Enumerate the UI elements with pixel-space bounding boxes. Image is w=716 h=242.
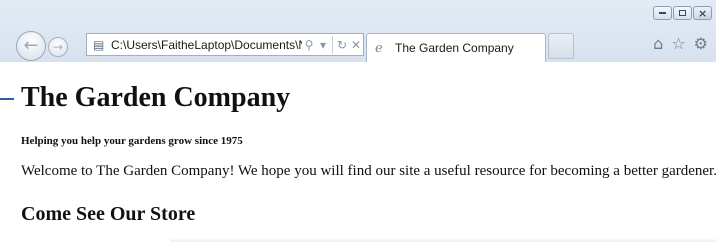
window-controls: × (652, 6, 712, 20)
forward-arrow-icon: → (52, 40, 64, 54)
close-icon: × (698, 7, 708, 20)
home-icon[interactable]: ⌂ (653, 34, 663, 54)
chevron-down-icon[interactable]: ▾ (316, 38, 330, 52)
tab-the-garden-company[interactable]: ℯ The Garden Company (366, 33, 546, 62)
maximize-button[interactable] (673, 6, 692, 20)
section-heading: Come See Our Store (21, 203, 196, 225)
stop-icon[interactable]: ✕ (349, 38, 363, 52)
back-arrow-icon: ← (23, 35, 39, 56)
ie-page-icon: ℯ (375, 40, 383, 56)
refresh-icon[interactable]: ↻ (335, 38, 349, 52)
page-icon: ▤ (93, 37, 105, 52)
favorites-star-icon[interactable]: ☆ (671, 34, 685, 54)
page-content: The Garden Company Helping you help your… (0, 66, 716, 242)
welcome-paragraph: Welcome to The Garden Company! We hope y… (21, 163, 716, 179)
forward-button[interactable]: → (48, 37, 68, 57)
browser-tools: ⌂ ☆ ⚙ (653, 34, 708, 54)
page-edge-marker (0, 98, 14, 100)
minimize-button[interactable] (653, 6, 672, 20)
tab-title: The Garden Company (395, 41, 514, 55)
content-shadow (170, 238, 716, 242)
address-bar[interactable]: ▤ C:\Users\FaitheLaptop\Documents\N ⚲ ▾ … (86, 33, 364, 56)
browser-chrome: × ← → ▤ C:\Users\FaitheLaptop\Documents\… (0, 0, 716, 66)
back-button[interactable]: ← (16, 31, 46, 61)
maximize-icon (679, 10, 686, 16)
address-url[interactable]: C:\Users\FaitheLaptop\Documents\N (111, 38, 302, 52)
minimize-icon (659, 12, 666, 14)
tagline: Helping you help your gardens grow since… (21, 135, 243, 147)
close-window-button[interactable]: × (693, 6, 712, 20)
address-divider (332, 35, 333, 54)
new-tab-button[interactable] (548, 33, 574, 59)
page-title: The Garden Company (21, 82, 291, 113)
search-icon[interactable]: ⚲ (302, 38, 316, 52)
settings-gear-icon[interactable]: ⚙ (694, 34, 708, 54)
